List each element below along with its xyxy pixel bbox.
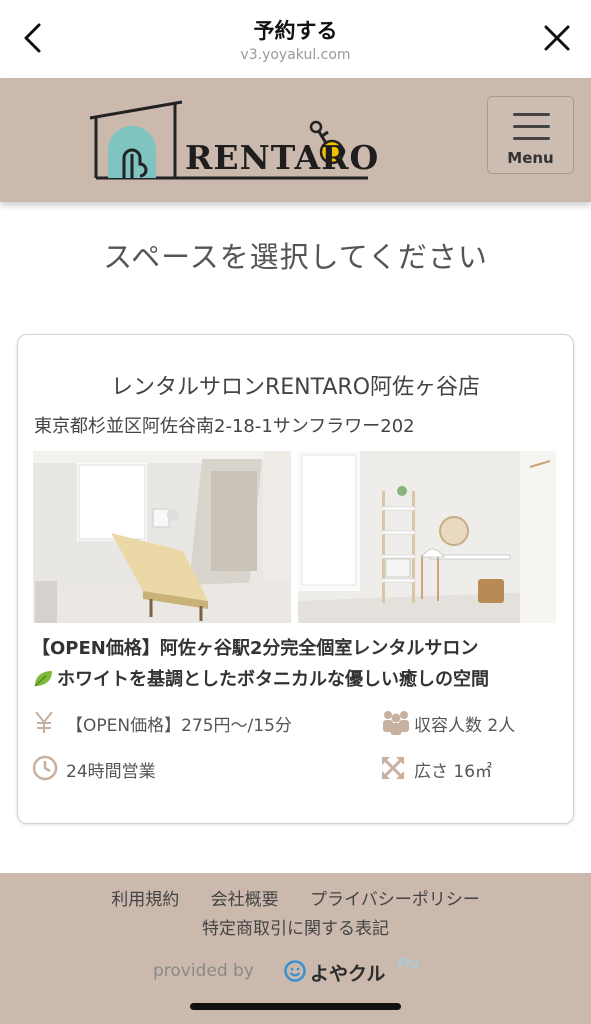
brand-pro: Pro	[398, 957, 420, 972]
area-info: 広さ 16㎡	[380, 755, 560, 783]
space-card[interactable]: レンタルサロンRENTARO阿佐ヶ谷店 東京都杉並区阿佐谷南2-18-1サンフラ…	[17, 334, 574, 824]
hamburger-icon	[513, 113, 550, 116]
leaf-icon	[34, 671, 52, 687]
brand-name: よやクル	[310, 963, 386, 985]
hours-info: 24時間営業	[32, 755, 332, 783]
price-info: 【OPEN価格】275円〜/15分	[32, 709, 362, 737]
people-icon	[383, 711, 409, 735]
browser-url: v3.yoyakul.com	[240, 47, 351, 63]
site-footer: 利用規約 会社概要 プライバシーポリシー 特定商取引に関する表記 provide…	[0, 873, 591, 1024]
area-text: 広さ 16㎡	[414, 762, 493, 782]
provided-by-label: provided by	[153, 961, 254, 981]
browser-title: 予約する	[253, 19, 338, 43]
space-catch-line-2-text: ホワイトを基調としたボタニカルな優しい癒しの空間	[57, 669, 489, 690]
smile-icon	[284, 960, 306, 982]
space-name: レンタルサロンRENTARO阿佐ヶ谷店	[110, 375, 481, 400]
space-address: 東京都杉並区阿佐谷南2-18-1サンフラワー202	[34, 416, 415, 437]
menu-button[interactable]: Menu	[487, 96, 574, 174]
footer-link-privacy[interactable]: プライバシーポリシー	[310, 890, 480, 910]
close-icon[interactable]	[537, 18, 577, 58]
price-text: 【OPEN価格】275円〜/15分	[66, 716, 292, 736]
space-catch-line-1: 【OPEN価格】阿佐ヶ谷駅2分完全個室レンタルサロン	[32, 638, 479, 659]
logo-text: RENTARO	[185, 138, 380, 177]
space-photo-treatment-room[interactable]	[33, 451, 291, 623]
menu-label: Menu	[507, 149, 554, 167]
footer-link-company[interactable]: 会社概要	[211, 890, 279, 910]
footer-links: 利用規約 会社概要 プライバシーポリシー	[0, 885, 591, 910]
footer-link-terms[interactable]: 利用規約	[111, 890, 179, 910]
space-photo-desk-area[interactable]	[298, 451, 556, 623]
hours-text: 24時間営業	[66, 762, 156, 782]
expand-icon	[382, 757, 404, 779]
capacity-text: 収容人数 2人	[414, 716, 516, 736]
footer-link-tokushoho[interactable]: 特定商取引に関する表記	[0, 914, 591, 939]
clock-icon	[32, 755, 58, 781]
space-catch-line-2: ホワイトを基調としたボタニカルな優しい癒しの空間	[32, 665, 489, 691]
page-title: スペースを選択してください	[103, 240, 488, 274]
hamburger-icon-bar	[513, 125, 550, 128]
home-indicator	[190, 1003, 401, 1010]
browser-bar: 予約する v3.yoyakul.com	[0, 0, 591, 78]
hamburger-icon-bar	[513, 137, 550, 140]
capacity-info: 収容人数 2人	[380, 709, 560, 737]
yen-icon	[35, 711, 53, 733]
